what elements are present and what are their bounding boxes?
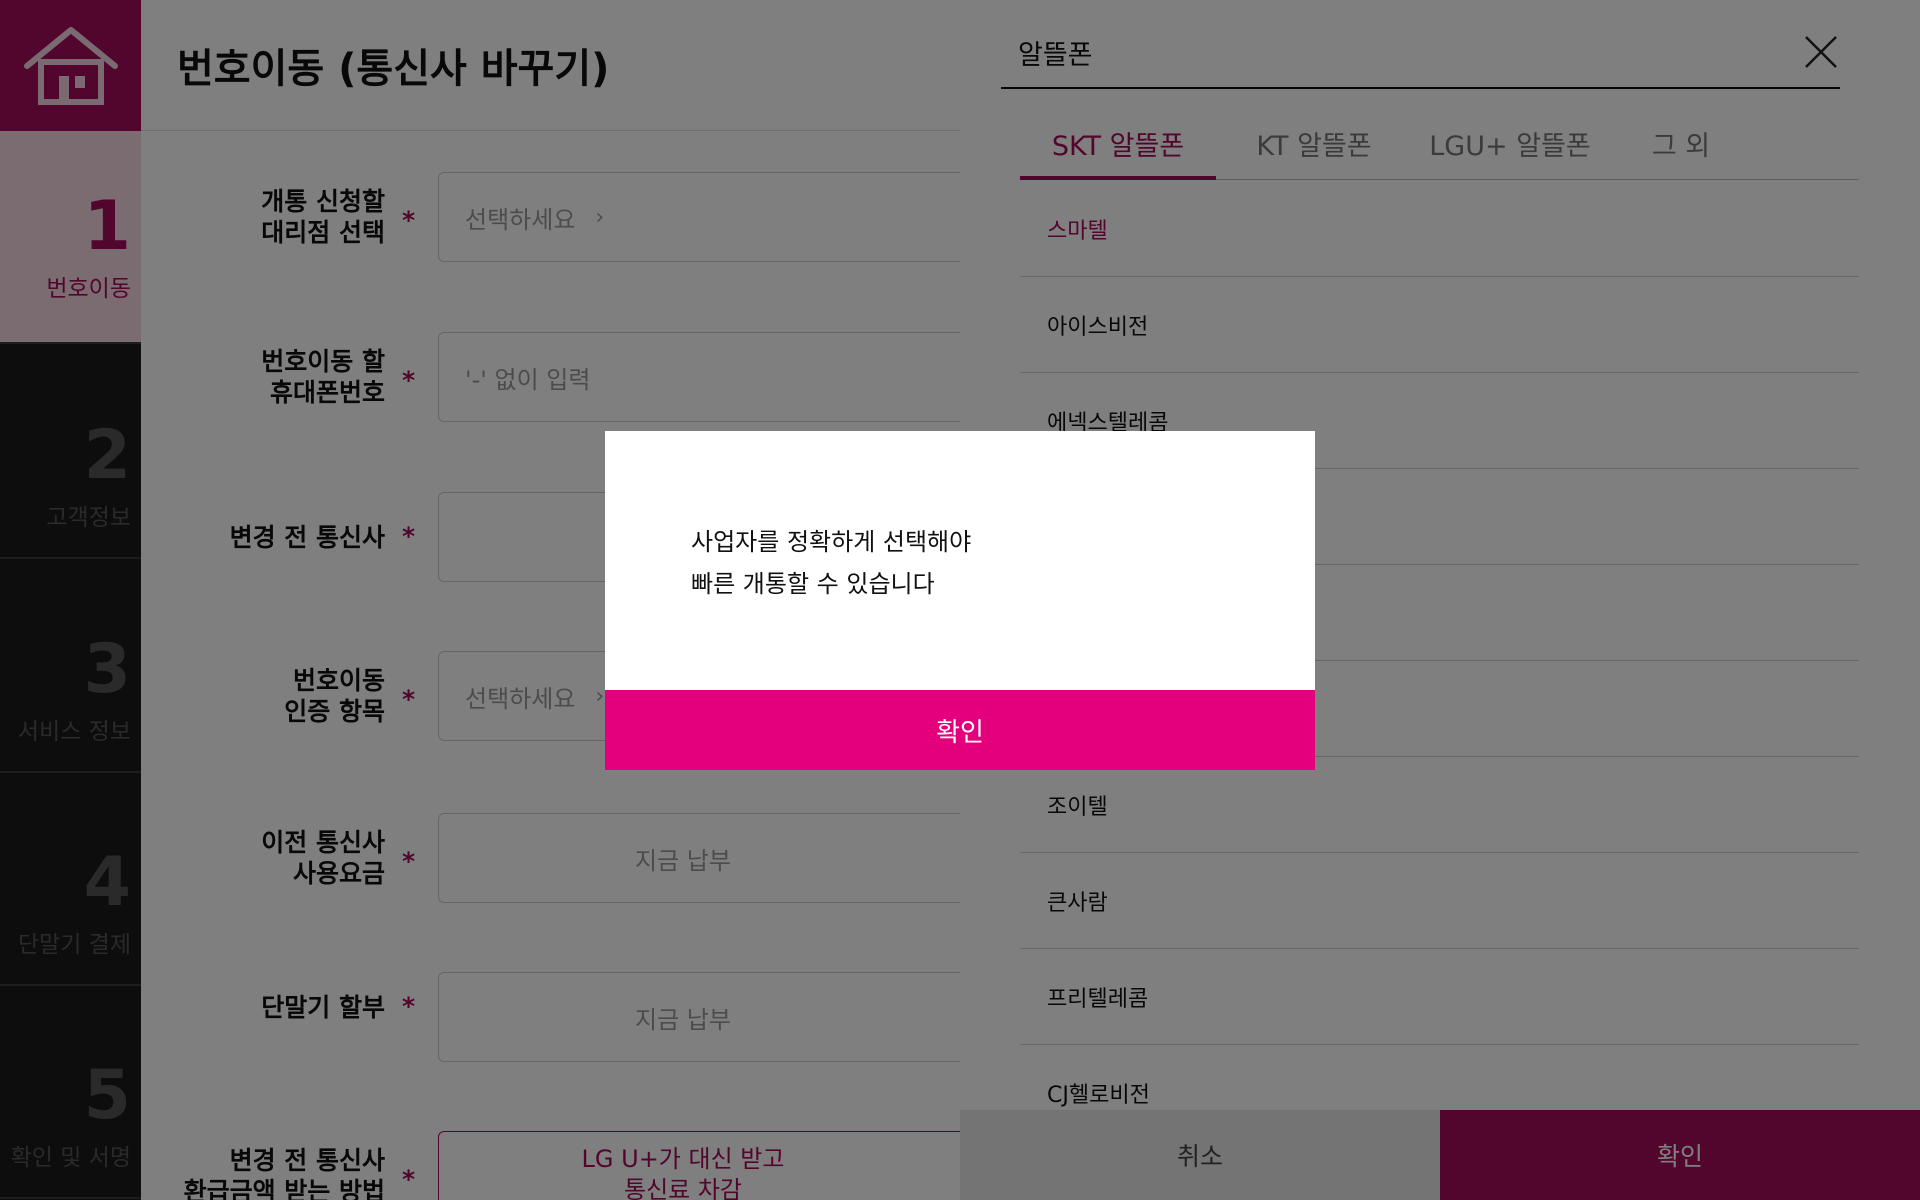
- dialog-message: 사업자를 정확하게 선택해야 빠른 개통할 수 있습니다: [691, 528, 972, 598]
- dialog-ok-button[interactable]: 확인: [605, 690, 1315, 770]
- alert-dialog: 사업자를 정확하게 선택해야 빠른 개통할 수 있습니다 확인: [605, 431, 1315, 770]
